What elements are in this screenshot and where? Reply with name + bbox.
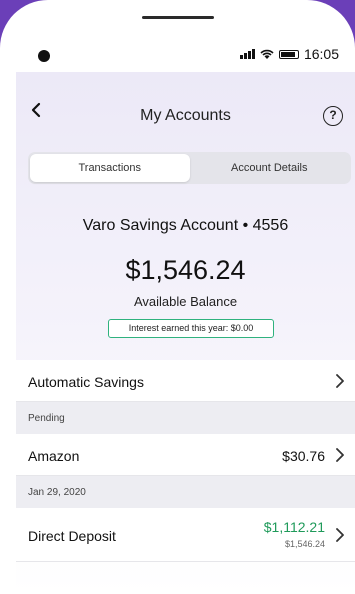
transaction-merchant: Amazon xyxy=(28,448,80,464)
list-item[interactable]: Direct Deposit $1,112.21 $1,546.24 xyxy=(16,508,355,562)
tab-switcher: Transactions Account Details xyxy=(28,152,351,184)
wifi-icon xyxy=(260,49,274,59)
tab-account-details[interactable]: Account Details xyxy=(190,154,350,182)
chevron-right-icon xyxy=(336,374,344,388)
camera-icon xyxy=(38,50,50,62)
chevron-right-icon xyxy=(336,448,344,462)
running-balance: $1,546.24 xyxy=(284,539,325,549)
date-label: Jan 29, 2020 xyxy=(28,487,86,498)
available-balance-label: Available Balance xyxy=(133,294,238,309)
transactions-list: Automatic Savings Pending Amazon $30.76 … xyxy=(16,360,355,562)
tab-transactions[interactable]: Transactions xyxy=(30,154,190,182)
status-indicators: 16:05 xyxy=(239,46,339,62)
app-screen: My Accounts ? Transactions Account Detai… xyxy=(16,72,355,594)
battery-icon xyxy=(278,49,299,59)
transaction-merchant: Direct Deposit xyxy=(28,528,116,544)
help-icon[interactable]: ? xyxy=(323,106,343,126)
interest-earned-badge: Interest earned this year: $0.00 xyxy=(108,319,274,338)
automatic-savings-label: Automatic Savings xyxy=(28,374,144,390)
pending-section-header: Pending xyxy=(16,402,355,434)
account-name: Varo Savings Account • 4556 xyxy=(82,217,289,234)
automatic-savings-row[interactable]: Automatic Savings xyxy=(16,360,355,402)
pending-label: Pending xyxy=(28,413,65,424)
date-section-header: Jan 29, 2020 xyxy=(16,476,355,508)
available-balance-amount: $1,546.24 xyxy=(125,255,246,285)
nav-bar: My Accounts ? xyxy=(16,72,355,152)
transaction-amount: $30.76 xyxy=(282,448,325,464)
deposit-amount: $1,112.21 xyxy=(263,519,325,535)
signal-icon xyxy=(239,49,255,59)
chevron-right-icon xyxy=(336,528,344,542)
list-item[interactable]: Amazon $30.76 xyxy=(16,434,355,476)
status-bar: 16:05 xyxy=(0,40,355,72)
status-time: 16:05 xyxy=(303,46,339,62)
phone-frame: 16:05 My Accounts ? Transactions Account… xyxy=(0,0,355,594)
speaker-notch xyxy=(142,16,214,19)
page-title: My Accounts xyxy=(140,107,231,124)
